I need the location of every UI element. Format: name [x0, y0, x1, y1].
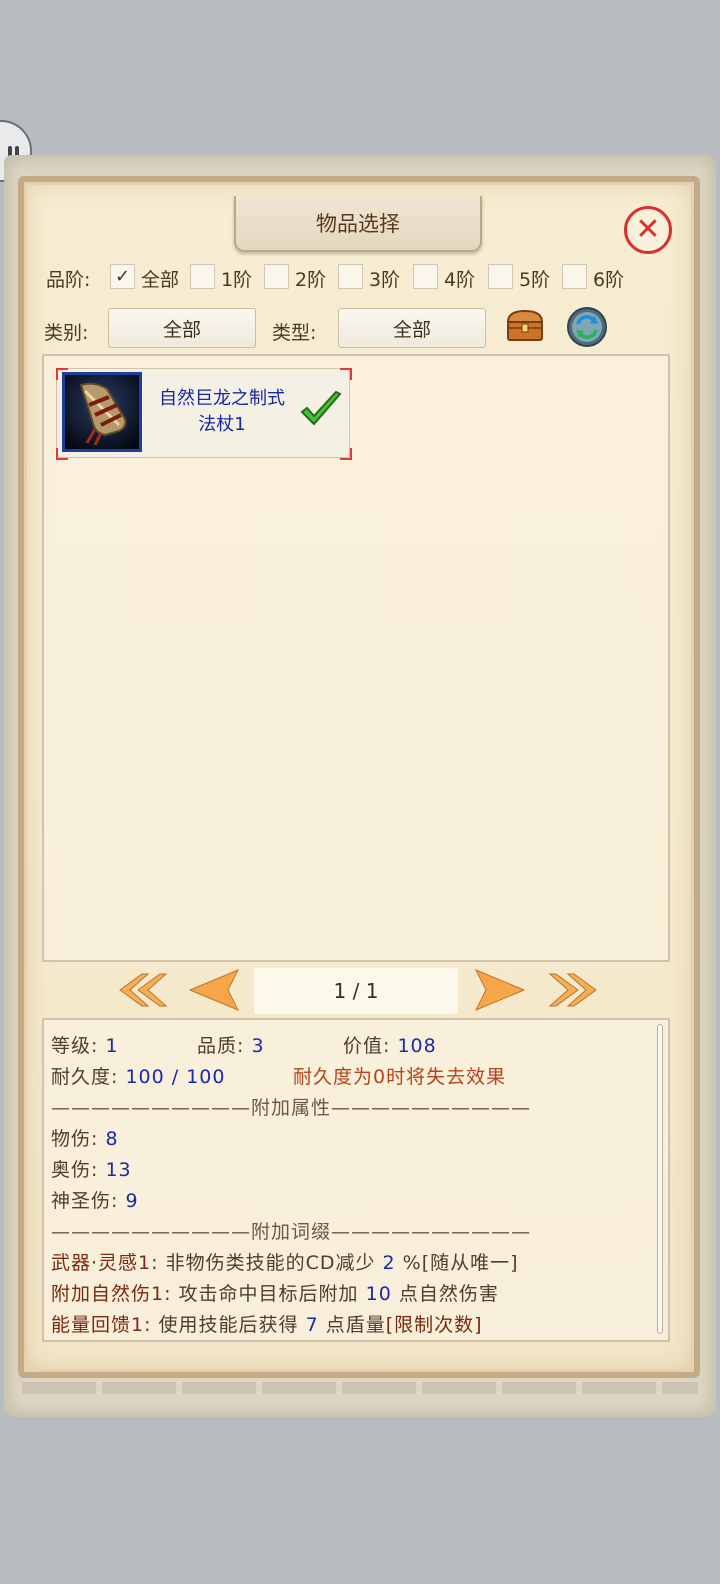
- durability-warning: 耐久度为0时将失去效果: [293, 1066, 507, 1088]
- grade-checkbox-3[interactable]: [338, 264, 363, 289]
- level-value: 1: [105, 1035, 119, 1057]
- first-page-icon[interactable]: [118, 970, 170, 1010]
- quality-value: 3: [251, 1035, 265, 1057]
- affix-unit: 点盾量: [325, 1314, 386, 1336]
- details-scrollbar[interactable]: [657, 1024, 663, 1334]
- type-select[interactable]: 全部: [338, 308, 486, 348]
- grade-label-all: 全部: [141, 269, 180, 291]
- details-line-stats: 等级: 1: [51, 1031, 119, 1058]
- details-value: 价值: 108: [343, 1031, 437, 1058]
- attr-line: 奥伤: 13: [51, 1155, 132, 1182]
- close-button[interactable]: ✕: [624, 206, 672, 254]
- item-name-line2: 法杖1: [198, 414, 246, 435]
- staff-icon: [62, 372, 142, 452]
- section-affix-header: ——————————附加词缀——————————: [51, 1221, 532, 1243]
- selection-corner: [340, 448, 352, 460]
- quality-label: 品质:: [197, 1035, 245, 1057]
- item-name-line1: 自然巨龙之制式: [159, 388, 285, 409]
- attr-label: 物伤:: [51, 1128, 99, 1150]
- section-attrs-header: ——————————附加属性——————————: [51, 1097, 532, 1119]
- dialog-title: 物品选择: [316, 212, 400, 236]
- affix-tag: [随从唯一]: [421, 1252, 519, 1274]
- refresh-icon[interactable]: [566, 306, 608, 348]
- grade-checkbox-5[interactable]: [488, 264, 513, 289]
- details-quality: 品质: 3: [197, 1031, 265, 1058]
- grade-label-1: 1阶: [221, 269, 253, 291]
- attr-line: 神圣伤: 9: [51, 1186, 139, 1213]
- affix-line: 能量回馈1: 使用技能后获得 7 点盾量[限制次数]: [51, 1310, 483, 1337]
- affix-number: 2: [382, 1252, 396, 1274]
- attr-label: 奥伤:: [51, 1159, 99, 1181]
- attr-line: 物伤: 8: [51, 1124, 119, 1151]
- next-page-icon[interactable]: [472, 968, 526, 1012]
- affix-name: 能量回馈1:: [51, 1314, 152, 1336]
- durability-label: 耐久度:: [51, 1066, 119, 1088]
- value-label: 价值:: [343, 1035, 391, 1057]
- affix-tag: [限制次数]: [385, 1314, 483, 1336]
- attr-label: 神圣伤:: [51, 1190, 119, 1212]
- check-icon: ✓: [114, 266, 131, 287]
- last-page-icon[interactable]: [546, 970, 598, 1010]
- grade-label-2: 2阶: [295, 269, 327, 291]
- attr-value: 8: [105, 1128, 119, 1150]
- affix-text: 攻击命中目标后附加: [178, 1283, 359, 1305]
- grade-checkbox-4[interactable]: [413, 264, 438, 289]
- category-select[interactable]: 全部: [108, 308, 256, 348]
- attr-value: 9: [125, 1190, 139, 1212]
- affix-number: 7: [305, 1314, 319, 1336]
- affix-unit: %: [402, 1252, 422, 1274]
- affix-number: 10: [365, 1283, 392, 1305]
- grade-label-6: 6阶: [593, 269, 625, 291]
- grade-checkbox-2[interactable]: [264, 264, 289, 289]
- affix-text: 使用技能后获得: [158, 1314, 299, 1336]
- affix-text: 非物伤类技能的CD减少: [165, 1252, 376, 1274]
- close-icon: ✕: [635, 212, 661, 247]
- affix-line: 附加自然伤1: 攻击命中目标后附加 10 点自然伤害: [51, 1279, 499, 1306]
- level-label: 等级:: [51, 1035, 99, 1057]
- grade-checkbox-1[interactable]: [190, 264, 215, 289]
- affix-unit: 点自然伤害: [398, 1283, 499, 1305]
- dialog-title-tab: 物品选择: [234, 196, 482, 252]
- chest-icon[interactable]: [504, 308, 546, 344]
- selection-corner: [340, 368, 352, 380]
- prev-page-icon[interactable]: [188, 968, 242, 1012]
- frame-bottom-strip: [22, 1382, 698, 1394]
- attr-value: 13: [105, 1159, 132, 1181]
- affix-name: 附加自然伤1:: [51, 1283, 172, 1305]
- affix-line: 武器·灵感1: 非物伤类技能的CD减少 2 %[随从唯一]: [51, 1248, 519, 1275]
- category-label: 类别:: [44, 322, 89, 344]
- grade-label-3: 3阶: [369, 269, 401, 291]
- item-name: 自然巨龙之制式 法杖1: [146, 386, 298, 438]
- grade-checkbox-6[interactable]: [562, 264, 587, 289]
- type-label: 类型:: [272, 322, 317, 344]
- value-value: 108: [397, 1035, 437, 1057]
- grade-filter-label: 品阶:: [46, 269, 91, 291]
- affix-name: 武器·灵感1:: [51, 1252, 159, 1274]
- page-indicator: 1 / 1: [254, 968, 458, 1014]
- grade-checkbox-all[interactable]: ✓: [110, 264, 135, 289]
- selected-check-icon: [300, 390, 342, 426]
- grade-label-4: 4阶: [444, 269, 476, 291]
- details-line-durability: 耐久度: 100 / 100: [51, 1062, 225, 1089]
- grade-label-5: 5阶: [519, 269, 551, 291]
- durability-value: 100 / 100: [125, 1066, 226, 1088]
